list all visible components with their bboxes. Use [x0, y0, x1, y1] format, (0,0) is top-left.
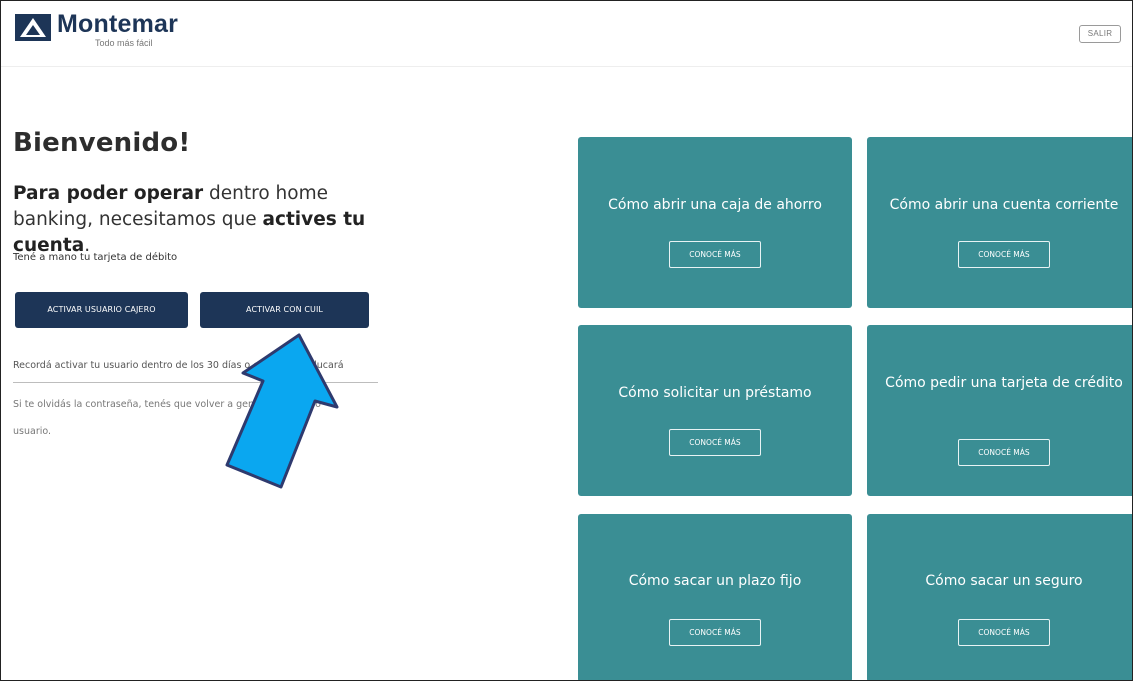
learn-more-button[interactable]: CONOCÉ MÁS — [669, 241, 761, 268]
debit-card-hint: Tené a mano tu tarjeta de débito — [13, 252, 178, 263]
arrow-annotation-icon — [225, 333, 339, 489]
card-title: Cómo abrir una caja de ahorro — [608, 197, 822, 213]
brand-name: Montemar — [57, 10, 179, 38]
card-loan: Cómo solicitar un préstamo CONOCÉ MÁS — [578, 325, 852, 496]
learn-more-button[interactable]: CONOCÉ MÁS — [669, 619, 761, 646]
activate-atm-user-button[interactable]: ACTIVAR USUARIO CAJERO — [15, 292, 188, 328]
card-insurance: Cómo sacar un seguro CONOCÉ MÁS — [867, 514, 1132, 680]
app-window: Montemar Todo más fácil SALIR Bienvenido… — [0, 0, 1133, 681]
activate-with-cuil-button[interactable]: ACTIVAR CON CUIL — [200, 292, 369, 328]
card-fixed-term: Cómo sacar un plazo fijo CONOCÉ MÁS — [578, 514, 852, 680]
header: Montemar Todo más fácil SALIR — [1, 1, 1132, 67]
learn-more-button[interactable]: CONOCÉ MÁS — [669, 429, 761, 456]
learn-more-button[interactable]: CONOCÉ MÁS — [958, 241, 1050, 268]
card-title: Cómo pedir una tarjeta de crédito — [885, 375, 1123, 391]
lead-bold-operar: Para poder operar — [13, 183, 204, 204]
lead-paragraph: Para poder operar dentro home banking, n… — [13, 181, 413, 259]
brand-logo[interactable]: Montemar Todo más fácil — [15, 11, 178, 49]
card-title: Cómo solicitar un préstamo — [618, 385, 812, 401]
page-title: Bienvenido! — [13, 128, 191, 158]
card-savings-account: Cómo abrir una caja de ahorro CONOCÉ MÁS — [578, 137, 852, 308]
card-credit-card: Cómo pedir una tarjeta de crédito CONOCÉ… — [867, 325, 1132, 496]
exit-button[interactable]: SALIR — [1079, 25, 1121, 43]
brand-tagline: Todo más fácil — [95, 38, 153, 48]
card-checking-account: Cómo abrir una cuenta corriente CONOCÉ M… — [867, 137, 1132, 308]
card-title: Cómo sacar un seguro — [925, 573, 1083, 589]
card-title: Cómo sacar un plazo fijo — [628, 573, 802, 589]
card-title: Cómo abrir una cuenta corriente — [889, 197, 1119, 213]
learn-more-button[interactable]: CONOCÉ MÁS — [958, 619, 1050, 646]
learn-more-button[interactable]: CONOCÉ MÁS — [958, 439, 1050, 466]
mountain-logo-icon — [15, 14, 51, 41]
